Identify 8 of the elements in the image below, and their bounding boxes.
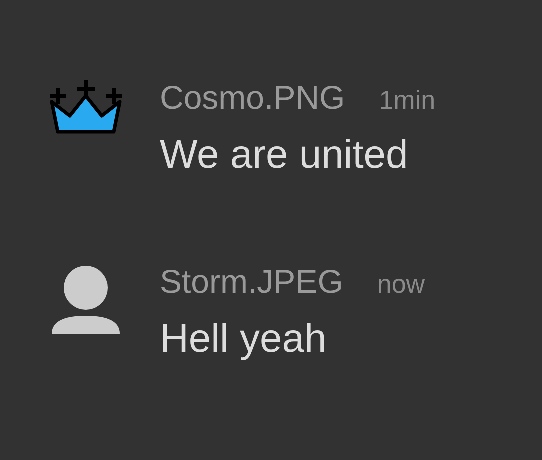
timestamp: now — [377, 268, 426, 301]
author-name: Cosmo.PNG — [160, 78, 346, 118]
author-name: Storm.JPEG — [160, 262, 344, 302]
user-icon — [50, 266, 122, 336]
message-text: Hell yeah — [160, 316, 328, 363]
message-text: We are united — [160, 132, 410, 179]
crown-icon — [48, 80, 124, 136]
timestamp: 1min — [379, 84, 436, 117]
